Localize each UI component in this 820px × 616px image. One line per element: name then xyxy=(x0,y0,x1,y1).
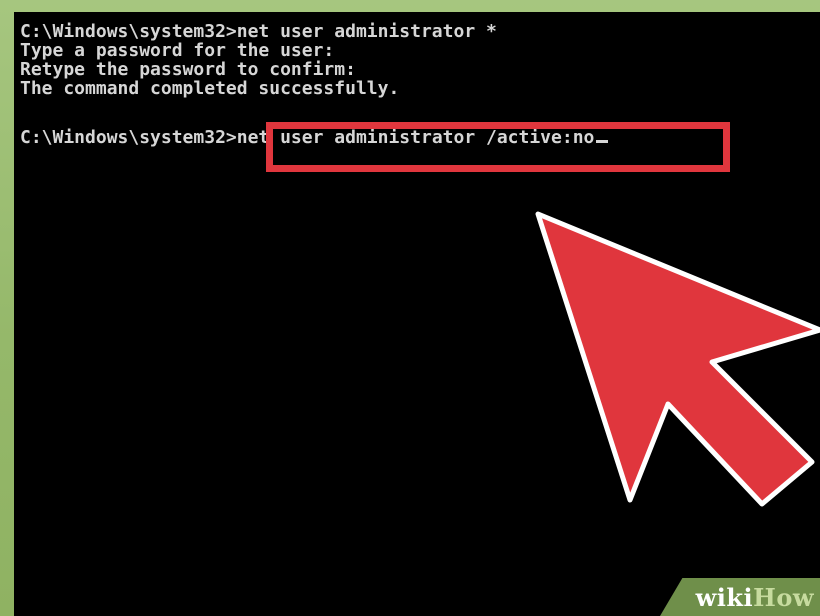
watermark-text-how: How xyxy=(753,583,814,612)
command-highlight-box xyxy=(266,122,730,172)
watermark-text-wiki: wiki xyxy=(695,583,754,612)
console-line-3: Retype the password to confirm: xyxy=(20,59,356,80)
wikihow-watermark: wikiHow xyxy=(660,578,820,616)
console-line-1: C:\Windows\system32>net user administrat… xyxy=(20,21,497,42)
image-frame: C:\Windows\system32>net user administrat… xyxy=(0,0,820,616)
console-line-2: Type a password for the user: xyxy=(20,40,335,61)
command-prompt: C:\Windows\system32> xyxy=(20,127,237,148)
command-prompt-window[interactable]: C:\Windows\system32>net user administrat… xyxy=(14,12,820,616)
console-line-4: The command completed successfully. xyxy=(20,78,400,99)
watermark-logo-text: wikiHow xyxy=(696,585,814,611)
